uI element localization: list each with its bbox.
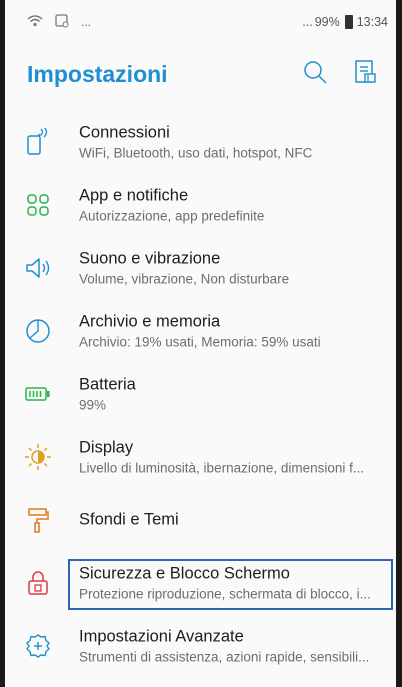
settings-item-avanzate[interactable]: Impostazioni Avanzate Strumenti di assis… (5, 614, 396, 677)
search-button[interactable] (300, 59, 330, 89)
status-more-right: ... (302, 15, 313, 29)
item-title: Display (79, 438, 134, 456)
page-title: Impostazioni (27, 60, 168, 87)
item-title: Batteria (79, 375, 136, 393)
settings-screen: ... ... 99% 13:34 Impostazioni Connessio… (5, 0, 396, 687)
settings-item-app-notifiche[interactable]: App e notifiche Autorizzazione, app pred… (5, 173, 396, 236)
speaker-icon (24, 254, 52, 282)
item-subtitle: WiFi, Bluetooth, uso dati, hotspot, NFC (79, 145, 313, 160)
brightness-icon (24, 443, 52, 471)
settings-item-sicurezza[interactable]: Sicurezza e Blocco Schermo Protezione ri… (5, 551, 396, 614)
search-icon (302, 59, 328, 90)
settings-item-sfondi-temi[interactable]: Sfondi e Temi (5, 488, 396, 551)
paint-roller-icon (24, 506, 52, 534)
item-title: Sfondi e Temi (79, 510, 179, 528)
wifi-icon (27, 14, 43, 31)
settings-item-connessioni[interactable]: Connessioni WiFi, Bluetooth, uso dati, h… (5, 110, 396, 173)
feedback-button[interactable] (350, 59, 380, 89)
item-subtitle: Livello di luminosità, ibernazione, dime… (79, 460, 365, 475)
notification-image-icon (55, 13, 69, 31)
item-subtitle: 99% (79, 397, 107, 412)
connections-icon (24, 127, 52, 156)
clock: 13:34 (356, 15, 388, 29)
item-subtitle: Strumenti di assistenza, azioni rapide, … (79, 649, 370, 664)
item-title: Impostazioni Avanzate (79, 627, 244, 645)
item-title: App e notifiche (79, 186, 189, 204)
item-subtitle: Archivio: 19% usati, Memoria: 59% usati (79, 334, 321, 349)
advanced-gear-icon (24, 632, 52, 660)
feedback-icon (353, 59, 377, 90)
battery-status-icon (344, 15, 353, 29)
storage-pie-icon (24, 317, 52, 345)
settings-item-archivio[interactable]: Archivio e memoria Archivio: 19% usati, … (5, 299, 396, 362)
apps-grid-icon (24, 191, 52, 219)
item-subtitle: Autorizzazione, app predefinite (79, 208, 265, 223)
settings-item-suono[interactable]: Suono e vibrazione Volume, vibrazione, N… (5, 236, 396, 299)
battery-percent: 99% (314, 15, 340, 29)
item-title: Sicurezza e Blocco Schermo (79, 564, 290, 582)
item-title: Archivio e memoria (79, 312, 221, 330)
settings-list: Connessioni WiFi, Bluetooth, uso dati, h… (5, 110, 396, 677)
lock-icon (24, 569, 52, 597)
item-title: Suono e vibrazione (79, 249, 221, 267)
item-subtitle: Volume, vibrazione, Non disturbare (79, 271, 290, 286)
settings-item-display[interactable]: Display Livello di luminosità, ibernazio… (5, 425, 396, 488)
status-more: ... (81, 15, 92, 29)
item-subtitle: Protezione riproduzione, schermata di bl… (79, 586, 371, 601)
battery-icon (24, 380, 52, 408)
status-bar: ... ... 99% 13:34 (5, 0, 396, 44)
item-title: Connessioni (79, 123, 170, 141)
header: Impostazioni (5, 44, 396, 104)
settings-item-batteria[interactable]: Batteria 99% (5, 362, 396, 425)
